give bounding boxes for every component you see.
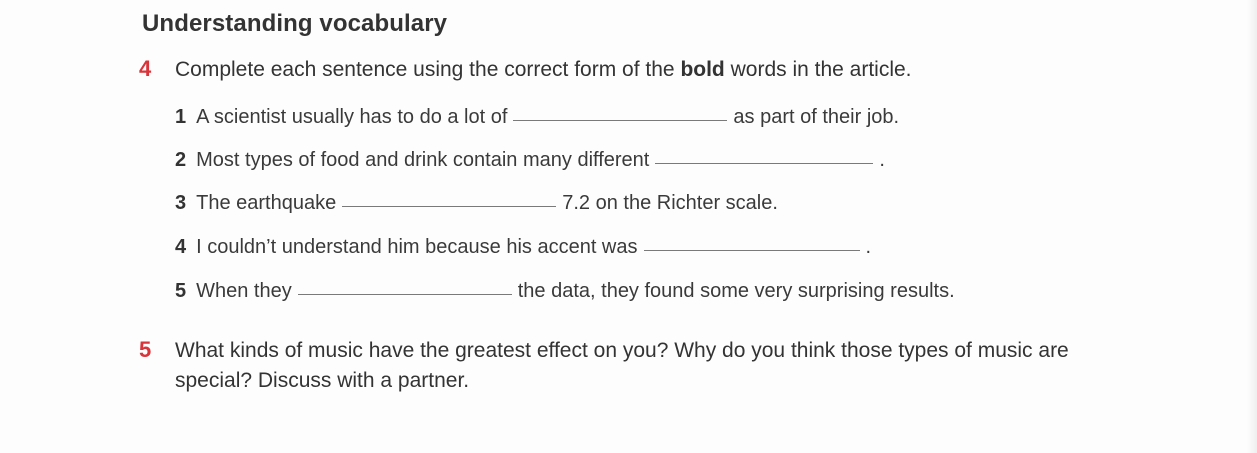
item-text-before: I couldn’t understand him because his ac… bbox=[196, 236, 638, 258]
sentence-item-1: 1 A scientist usually has to do a lot of… bbox=[175, 106, 899, 136]
instruction-text-after: words in the article. bbox=[724, 58, 912, 81]
item-text-after: . bbox=[879, 149, 885, 171]
item-text-before: The earthquake bbox=[196, 192, 337, 214]
question-4-instruction: Complete each sentence using the correct… bbox=[175, 55, 912, 85]
textbook-page: Understanding vocabulary 4 Complete each… bbox=[0, 0, 1257, 453]
sentence-item-4: 4 I couldn’t understand him because his … bbox=[175, 236, 871, 266]
item-number: 4 bbox=[175, 236, 187, 258]
answer-blank[interactable] bbox=[655, 162, 874, 164]
sentence-item-2: 2 Most types of food and drink contain m… bbox=[175, 149, 885, 179]
question-5-line-1: What kinds of music have the greatest ef… bbox=[175, 339, 1069, 362]
item-number: 5 bbox=[175, 280, 187, 302]
item-text-after: . bbox=[865, 236, 872, 258]
item-text-before: A scientist usually has to do a lot of bbox=[196, 106, 508, 128]
answer-blank[interactable] bbox=[643, 249, 860, 251]
item-text-after: 7.2 on the Richter scale. bbox=[562, 192, 778, 214]
item-text-after: the data, they found some very surprisin… bbox=[517, 280, 955, 302]
item-text-after: as part of their job. bbox=[733, 106, 900, 128]
item-text-before: Most types of food and drink contain man… bbox=[196, 149, 650, 171]
answer-blank[interactable] bbox=[513, 119, 728, 121]
question-5-line-2: special? Discuss with a partner. bbox=[175, 369, 470, 392]
sentence-item-5: 5 When they the data, they found some ve… bbox=[175, 280, 955, 310]
item-number: 2 bbox=[175, 149, 187, 171]
question-4-number: 4 bbox=[139, 56, 152, 81]
answer-blank[interactable] bbox=[342, 205, 557, 207]
question-5-number: 5 bbox=[139, 337, 152, 362]
item-text-before: When they bbox=[196, 280, 292, 302]
sentence-item-3: 3 The earthquake 7.2 on the Richter scal… bbox=[175, 192, 778, 222]
section-title: Understanding vocabulary bbox=[142, 10, 448, 37]
page-edge-shadow bbox=[1247, 0, 1257, 453]
question-5-text: What kinds of music have the greatest ef… bbox=[175, 336, 1069, 396]
item-number: 3 bbox=[175, 192, 187, 214]
item-number: 1 bbox=[175, 106, 187, 128]
instruction-bold-word: bold bbox=[680, 58, 725, 81]
instruction-text-before: Complete each sentence using the correct… bbox=[175, 58, 681, 81]
answer-blank[interactable] bbox=[297, 293, 512, 295]
